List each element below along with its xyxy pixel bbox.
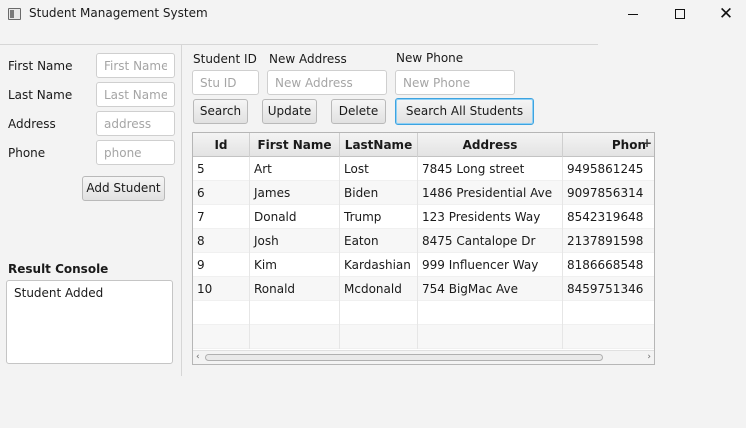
column-header-address[interactable]: Address [418, 133, 563, 157]
cell-last-name: Kardashian [340, 253, 418, 277]
table-row[interactable]: 10 Ronald Mcdonald 754 BigMac Ave 845975… [193, 277, 654, 301]
cell-last-name: Lost [340, 157, 418, 181]
cell-first-name: James [250, 181, 340, 205]
scroll-thumb[interactable] [205, 354, 603, 361]
cell-phone: 8459751346 [567, 282, 644, 296]
table-row[interactable]: 8 Josh Eaton 8475 Cantalope Dr 213789159… [193, 229, 654, 253]
search-all-students-button[interactable]: Search All Students [395, 98, 534, 125]
table-header: Id First Name LastName Address Phon + [193, 133, 654, 157]
phone-field[interactable] [96, 140, 175, 165]
table-row[interactable]: 7 Donald Trump 123 Presidents Way 854231… [193, 205, 654, 229]
first-name-field[interactable] [96, 53, 175, 78]
horizontal-scrollbar[interactable]: ‹ › [193, 350, 654, 364]
cell-address: 999 Influencer Way [418, 253, 563, 277]
cell-address: 1486 Presidential Ave [418, 181, 563, 205]
cell-first-name: Art [250, 157, 340, 181]
students-table[interactable]: Id First Name LastName Address Phon + 5 … [192, 132, 655, 365]
console-text: Student Added [14, 286, 104, 300]
delete-button[interactable]: Delete [331, 99, 386, 124]
table-row-empty [193, 301, 654, 325]
minimize-icon [628, 13, 638, 15]
cell-id: 7 [193, 205, 250, 229]
cell-id: 5 [193, 157, 250, 181]
search-button[interactable]: Search [193, 99, 248, 124]
cell-address: 754 BigMac Ave [418, 277, 563, 301]
vertical-divider [181, 44, 182, 376]
update-button[interactable]: Update [262, 99, 317, 124]
new-address-label: New Address [269, 52, 347, 66]
address-field[interactable] [96, 111, 175, 136]
cell-phone: 8542319648 [567, 210, 644, 224]
new-address-field[interactable] [267, 70, 387, 95]
cell-id: 10 [193, 277, 250, 301]
cell-first-name: Josh [250, 229, 340, 253]
table-row[interactable]: 5 Art Lost 7845 Long street 9495861245 [193, 157, 654, 181]
column-menu-icon[interactable]: + [642, 136, 652, 150]
app-window-icon [8, 8, 21, 20]
new-phone-label: New Phone [396, 51, 464, 65]
cell-address: 123 Presidents Way [418, 205, 563, 229]
cell-id: 6 [193, 181, 250, 205]
cell-address: 8475 Cantalope Dr [418, 229, 563, 253]
cell-address: 7845 Long street [418, 157, 563, 181]
title-bar: Student Management System ✕ [0, 0, 746, 30]
cell-last-name: Biden [340, 181, 418, 205]
cell-phone: 9097856314 [567, 186, 644, 200]
add-student-button[interactable]: Add Student [82, 176, 165, 201]
table-row[interactable]: 9 Kim Kardashian 999 Influencer Way 8186… [193, 253, 654, 277]
maximize-icon [675, 9, 685, 19]
student-id-field[interactable] [192, 70, 259, 95]
close-button[interactable]: ✕ [703, 0, 746, 28]
minimize-button[interactable] [610, 0, 656, 28]
close-icon: ✕ [718, 3, 734, 24]
result-console-label: Result Console [8, 262, 109, 276]
address-label: Address [8, 117, 56, 131]
new-phone-field[interactable] [395, 70, 515, 95]
cell-first-name: Donald [250, 205, 340, 229]
cell-id: 8 [193, 229, 250, 253]
last-name-field[interactable] [96, 82, 175, 107]
window-title: Student Management System [29, 6, 208, 20]
last-name-label: Last Name [8, 88, 73, 102]
table-row-empty [193, 325, 654, 349]
table-body: 5 Art Lost 7845 Long street 9495861245 6… [193, 157, 654, 349]
top-divider [0, 44, 598, 45]
cell-first-name: Ronald [250, 277, 340, 301]
column-header-first-name[interactable]: First Name [250, 133, 340, 157]
cell-phone: 9495861245 [567, 162, 644, 176]
first-name-label: First Name [8, 59, 73, 73]
cell-phone: 2137891598 [567, 234, 644, 248]
scroll-right-icon[interactable]: › [647, 352, 651, 362]
maximize-button[interactable] [657, 0, 703, 28]
table-row[interactable]: 6 James Biden 1486 Presidential Ave 9097… [193, 181, 654, 205]
cell-last-name: Eaton [340, 229, 418, 253]
scroll-left-icon[interactable]: ‹ [196, 352, 200, 362]
cell-phone: 8186668548 [567, 258, 644, 272]
student-id-label: Student ID [193, 52, 257, 66]
column-header-last-name[interactable]: LastName [340, 133, 418, 157]
result-console[interactable]: Student Added [6, 280, 173, 364]
column-header-id[interactable]: Id [193, 133, 250, 157]
phone-label: Phone [8, 146, 46, 160]
cell-last-name: Trump [340, 205, 418, 229]
cell-first-name: Kim [250, 253, 340, 277]
cell-id: 9 [193, 253, 250, 277]
cell-last-name: Mcdonald [340, 277, 418, 301]
